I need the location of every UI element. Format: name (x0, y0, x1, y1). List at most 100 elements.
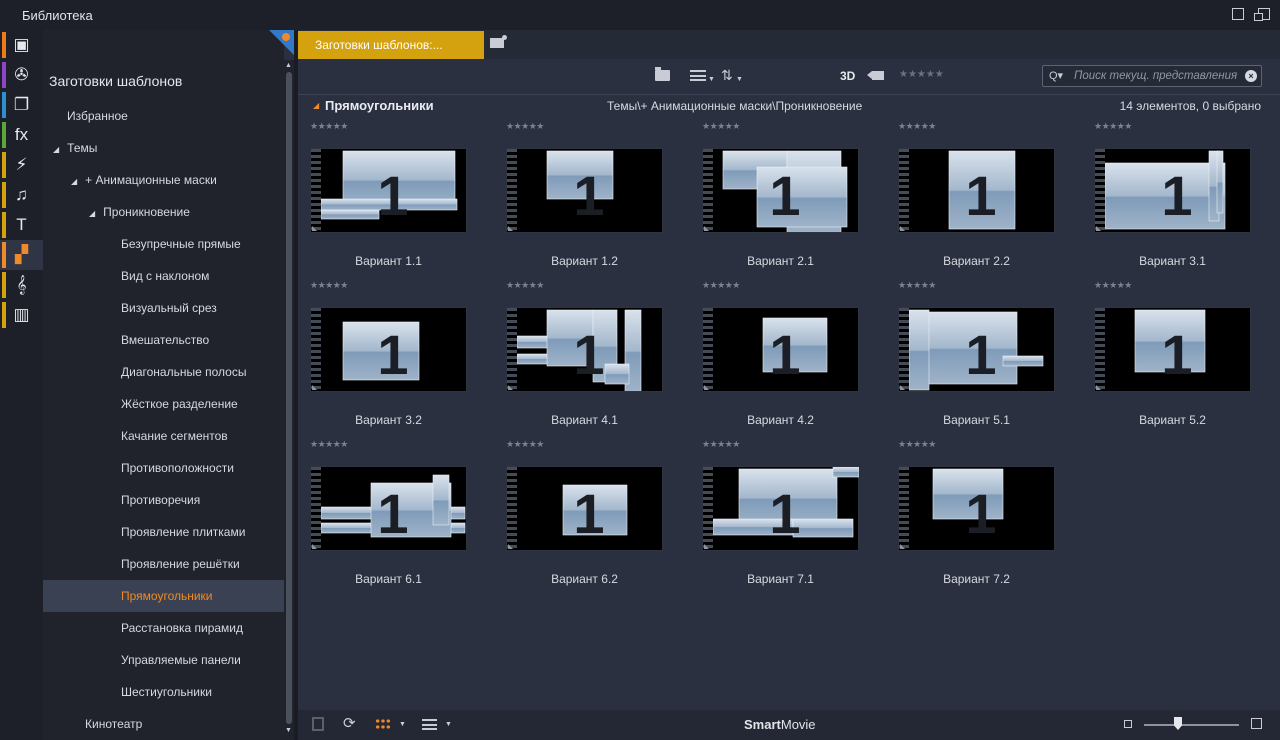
zoom-slider-knob[interactable] (1174, 717, 1182, 730)
rail-item-lightning[interactable]: ⚡ (0, 150, 43, 180)
rating-filter[interactable]: ★★★★★ (899, 69, 944, 80)
3d-filter-button[interactable]: 3D (840, 69, 855, 83)
restore-icon[interactable] (1232, 8, 1244, 20)
tree-item[interactable]: Шестиугольники (43, 676, 284, 708)
preset-tile[interactable]: ★★★★★ 1 Вариант 1.1 (298, 118, 494, 277)
preset-tile[interactable]: ★★★★★ 1 Вариант 7.1 (690, 436, 886, 595)
preset-tile[interactable]: ★★★★★ 1 Вариант 2.2 (886, 118, 1082, 277)
preset-tile[interactable]: ★★★★★ 1 Вариант 5.1 (886, 277, 1082, 436)
zoom-in-icon[interactable] (1251, 718, 1262, 729)
preset-tile[interactable]: ★★★★★ 1 Вариант 7.2 (886, 436, 1082, 595)
expand-triangle-icon[interactable]: ◢ (53, 134, 59, 166)
preset-tile[interactable]: ★★★★★ 1 Вариант 4.1 (494, 277, 690, 436)
rating-stars[interactable]: ★★★★★ (506, 439, 544, 450)
preset-thumbnail[interactable]: 1 (1094, 307, 1251, 392)
smartmovie-button[interactable]: SmartMovie (744, 717, 816, 732)
tree-item[interactable]: Расстановка пирамид (43, 612, 284, 644)
rail-item-montage-blocks[interactable]: ▞ (0, 240, 43, 270)
preset-thumbnail[interactable]: 1 (1094, 148, 1251, 233)
tree-item[interactable]: ◢ + Анимационные маски (43, 164, 284, 196)
tree-item[interactable]: Противоречия (43, 484, 284, 516)
scroll-thumb[interactable] (286, 72, 292, 724)
zoom-slider[interactable] (1144, 724, 1239, 726)
rating-stars[interactable]: ★★★★★ (1094, 280, 1132, 291)
rail-item-fx[interactable]: fx (0, 120, 43, 150)
rating-stars[interactable]: ★★★★★ (1094, 121, 1132, 132)
rail-item-title-t[interactable]: T (0, 210, 43, 240)
zoom-out-icon[interactable] (1124, 720, 1132, 728)
preset-thumbnail[interactable]: 1 (898, 307, 1055, 392)
rating-stars[interactable]: ★★★★★ (310, 280, 348, 291)
tree-item[interactable]: Жёсткое разделение (43, 388, 284, 420)
rating-stars[interactable]: ★★★★★ (310, 121, 348, 132)
search-input[interactable] (1074, 68, 1242, 84)
tree-scrollbar[interactable]: ▲ ▼ (284, 60, 294, 740)
preset-thumbnail[interactable]: 1 (310, 148, 467, 233)
preset-tile[interactable]: ★★★★★ 1 Вариант 3.1 (1082, 118, 1278, 277)
sort-icon[interactable]: ⇅ (721, 67, 733, 84)
tree-item[interactable]: Управляемые панели (43, 644, 284, 676)
collapse-triangle-icon[interactable]: ◢ (313, 101, 319, 110)
preset-tile[interactable]: ★★★★★ 1 Вариант 1.2 (494, 118, 690, 277)
refresh-icon[interactable]: ⟳ (343, 714, 356, 732)
preset-thumbnail[interactable]: 1 (898, 148, 1055, 233)
rating-stars[interactable]: ★★★★★ (898, 280, 936, 291)
pin-icon[interactable] (282, 33, 290, 41)
preset-thumbnail[interactable]: 1 (506, 148, 663, 233)
rating-stars[interactable]: ★★★★★ (506, 280, 544, 291)
scroll-down-icon[interactable]: ▼ (285, 727, 292, 734)
preset-tile[interactable]: ★★★★★ 1 Вариант 3.2 (298, 277, 494, 436)
preset-thumbnail[interactable]: 1 (702, 307, 859, 392)
chevron-down-icon[interactable]: ▼ (708, 76, 715, 83)
rail-item-treble-clef[interactable]: 𝄞 (0, 270, 43, 300)
rail-item-photos[interactable]: ❐ (0, 90, 43, 120)
preset-thumbnail[interactable]: 1 (310, 466, 467, 551)
tree-item[interactable]: Избранное (43, 100, 284, 132)
chevron-down-icon[interactable]: ▼ (445, 721, 452, 728)
preset-tile[interactable]: ★★★★★ 1 Вариант 6.1 (298, 436, 494, 595)
chevron-down-icon[interactable]: ▼ (736, 76, 743, 83)
rating-stars[interactable]: ★★★★★ (702, 280, 740, 291)
scroll-up-icon[interactable]: ▲ (285, 62, 292, 69)
rating-stars[interactable]: ★★★★★ (702, 439, 740, 450)
rating-stars[interactable]: ★★★★★ (310, 439, 348, 450)
tree-item[interactable]: Противоположности (43, 452, 284, 484)
search-box[interactable]: Q▾ × (1042, 65, 1262, 87)
rating-stars[interactable]: ★★★★★ (898, 439, 936, 450)
rating-stars[interactable]: ★★★★★ (506, 121, 544, 132)
expand-triangle-icon[interactable]: ◢ (71, 166, 77, 198)
rail-item-piano-keys[interactable]: ▥ (0, 300, 43, 330)
rail-item-film-reel[interactable]: ✇ (0, 60, 43, 90)
tree-item[interactable]: Проявление решётки (43, 548, 284, 580)
preset-tile[interactable]: ★★★★★ 1 Вариант 5.2 (1082, 277, 1278, 436)
tree-item[interactable]: Вмешательство (43, 324, 284, 356)
view-list-icon[interactable] (690, 70, 706, 81)
chevron-down-icon[interactable]: ▼ (399, 721, 406, 728)
tab-presets[interactable]: Заготовки шаблонов:... (298, 31, 484, 59)
tree-item[interactable]: Кинотеатр (43, 708, 284, 740)
tag-icon[interactable] (867, 71, 884, 80)
preset-tile[interactable]: ★★★★★ 1 Вариант 6.2 (494, 436, 690, 595)
folder-icon[interactable] (655, 67, 670, 81)
add-tab-icon[interactable] (490, 35, 507, 48)
preset-thumbnail[interactable]: 1 (898, 466, 1055, 551)
preset-thumbnail[interactable]: 1 (310, 307, 467, 392)
preset-thumbnail[interactable]: 1 (702, 148, 859, 233)
tree-item[interactable]: ◢ Темы (43, 132, 284, 164)
expand-triangle-icon[interactable]: ◢ (89, 198, 95, 230)
tree-item[interactable]: Диагональные полосы (43, 356, 284, 388)
preset-tile[interactable]: ★★★★★ 1 Вариант 4.2 (690, 277, 886, 436)
rating-stars[interactable]: ★★★★★ (898, 121, 936, 132)
tree-item[interactable]: Вид с наклоном (43, 260, 284, 292)
copy-icon[interactable] (312, 717, 324, 731)
rail-item-box[interactable]: ▣ (0, 30, 43, 60)
search-icon[interactable]: Q▾ (1049, 69, 1063, 82)
rating-stars[interactable]: ★★★★★ (702, 121, 740, 132)
preset-thumbnail[interactable]: 1 (506, 466, 663, 551)
clear-search-icon[interactable]: × (1245, 70, 1257, 82)
tree-item[interactable]: Безупречные прямые (43, 228, 284, 260)
rail-item-music-note[interactable]: ♫ (0, 180, 43, 210)
preset-tile[interactable]: ★★★★★ 1 Вариант 2.1 (690, 118, 886, 277)
tree-item[interactable]: ◢ Проникновение (43, 196, 284, 228)
popout-icon[interactable] (1254, 8, 1270, 21)
